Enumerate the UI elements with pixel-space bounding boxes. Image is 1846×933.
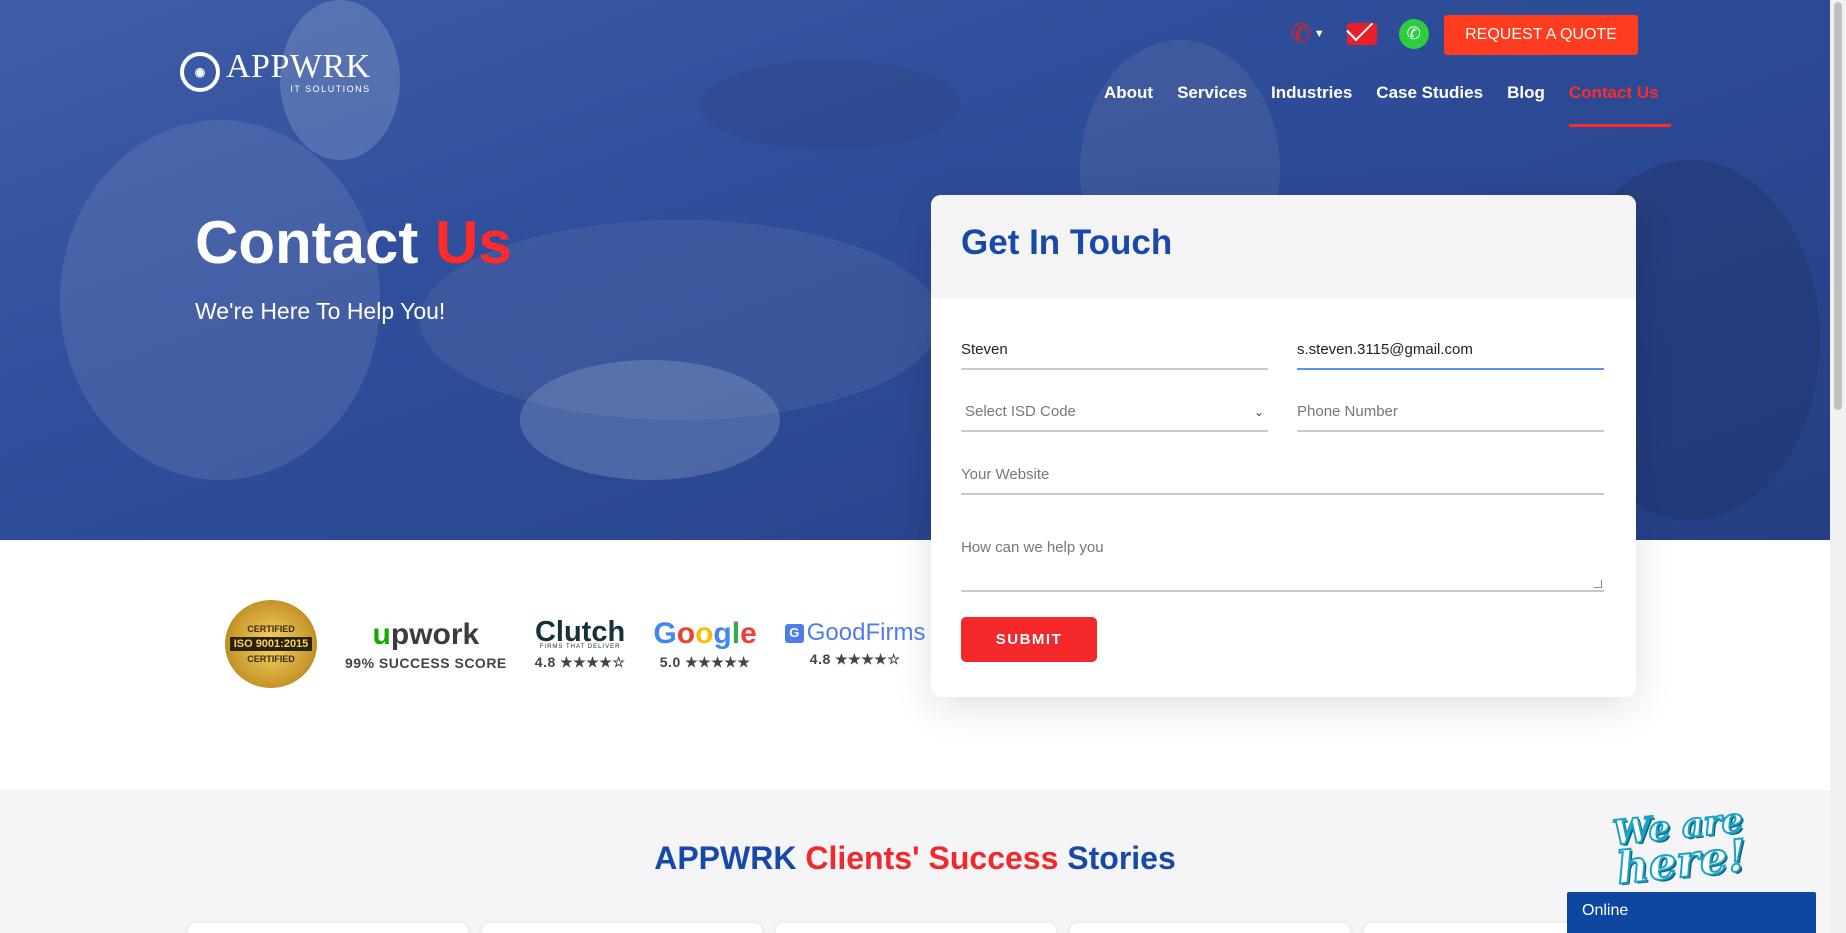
- isd-code-select[interactable]: Select ISD Code ⌄: [961, 403, 1268, 432]
- clutch-badge[interactable]: Clutch FIRMS THAT DELIVER 4.8 ★★★★☆: [534, 616, 626, 672]
- contact-icons: ✆ ▼ ✆: [1290, 18, 1429, 49]
- page-subtitle: We're Here To Help You!: [195, 298, 446, 324]
- nav-services[interactable]: Services: [1165, 80, 1259, 127]
- logo-subtitle: IT SOLUTIONS: [290, 84, 371, 94]
- whatsapp-icon: ✆: [1398, 18, 1429, 49]
- page-scrollbar[interactable]: [1830, 0, 1846, 933]
- message-textarea[interactable]: How can we help you: [961, 539, 1604, 592]
- story-card[interactable]: [482, 923, 762, 933]
- title-part: APPWRK: [654, 840, 806, 876]
- goodfirms-score: 4.8 ★★★★☆: [809, 650, 901, 667]
- chevron-down-icon: ⌄: [1253, 405, 1264, 419]
- google-letter: g: [713, 617, 732, 650]
- submit-button[interactable]: SUBMIT: [961, 617, 1097, 662]
- mail-icon: [1346, 22, 1377, 45]
- clutch-tagline: FIRMS THAT DELIVER: [539, 644, 621, 651]
- resize-handle-icon[interactable]: [1594, 580, 1602, 588]
- trust-badges: CERTIFIED ISO 9001:2015 CERTIFIED upwork…: [225, 600, 925, 688]
- iso-certified-badge: CERTIFIED ISO 9001:2015 CERTIFIED: [225, 600, 317, 688]
- google-letter: G: [653, 617, 677, 650]
- hero-photo-shape: [700, 60, 960, 150]
- upwork-badge[interactable]: upwork 99% SUCCESS SCORE: [345, 618, 507, 671]
- title-part: Stories: [1067, 840, 1176, 876]
- site-logo[interactable]: ◉ APPWRK IT SOLUTIONS: [180, 50, 371, 94]
- upwork-logo-u: u: [372, 617, 391, 651]
- message-placeholder: How can we help you: [961, 539, 1104, 556]
- title-accent: Clients' Success: [805, 840, 1068, 876]
- upwork-logo: upwork: [373, 618, 480, 651]
- iso-top-text: CERTIFIED: [247, 624, 295, 634]
- name-field[interactable]: Steven: [961, 341, 1268, 370]
- title-accent: Us: [435, 209, 512, 276]
- google-letter: l: [731, 617, 741, 650]
- goodfirms-icon: G: [784, 623, 804, 643]
- upwork-score: 99% SUCCESS SCORE: [345, 654, 507, 671]
- google-letter: o: [676, 617, 696, 650]
- google-letter: e: [740, 617, 757, 650]
- phone-icon: ✆: [1290, 18, 1312, 48]
- goodfirms-logo: G GoodFirms: [784, 619, 926, 647]
- nav-case-studies[interactable]: Case Studies: [1364, 80, 1495, 127]
- google-badge[interactable]: Google 5.0 ★★★★★: [653, 617, 756, 671]
- whatsapp-link[interactable]: ✆: [1398, 18, 1429, 49]
- caret-down-icon: ▼: [1313, 27, 1325, 40]
- page-title: Contact Us: [195, 208, 512, 277]
- form-title: Get In Touch: [961, 223, 1173, 262]
- website-field[interactable]: Your Website: [961, 466, 1604, 495]
- chat-mascot-text[interactable]: We are here!: [1610, 799, 1750, 895]
- main-nav: About Services Industries Case Studies B…: [1092, 80, 1671, 127]
- success-stories-section: APPWRK Clients' Success Stories: [0, 790, 1830, 933]
- upwork-logo-rest: pwork: [390, 617, 480, 651]
- isd-code-placeholder: Select ISD Code: [965, 403, 1076, 420]
- request-quote-button[interactable]: REQUEST A QUOTE: [1444, 15, 1638, 55]
- nav-about[interactable]: About: [1092, 80, 1165, 127]
- contact-form-card: Get In Touch Steven s.steven.3115@gmail.…: [931, 195, 1636, 697]
- clutch-score: 4.8 ★★★★☆: [534, 654, 626, 671]
- google-logo: Google: [653, 617, 756, 650]
- goodfirms-name: GoodFirms: [806, 619, 926, 647]
- nav-industries[interactable]: Industries: [1259, 80, 1364, 127]
- title-part: Contact: [195, 209, 435, 276]
- google-letter: o: [695, 617, 714, 650]
- hero-photo-shape: [520, 360, 780, 480]
- scrollbar-thumb[interactable]: [1834, 2, 1842, 410]
- chat-online-bar[interactable]: Online: [1567, 892, 1816, 933]
- nav-contact-us[interactable]: Contact Us: [1557, 80, 1671, 127]
- phone-dropdown[interactable]: ✆ ▼: [1290, 18, 1325, 49]
- form-header: Get In Touch: [931, 195, 1636, 298]
- story-card[interactable]: [188, 923, 468, 933]
- story-card[interactable]: [776, 923, 1056, 933]
- google-score: 5.0 ★★★★★: [659, 654, 751, 670]
- nav-blog[interactable]: Blog: [1495, 80, 1557, 127]
- logo-icon: ◉: [180, 52, 220, 92]
- iso-bottom-text: CERTIFIED: [247, 654, 295, 664]
- section-title: APPWRK Clients' Success Stories: [0, 840, 1830, 877]
- email-link[interactable]: [1346, 22, 1377, 45]
- phone-field[interactable]: Phone Number: [1297, 403, 1604, 432]
- story-card[interactable]: [1070, 923, 1350, 933]
- logo-name: APPWRK: [226, 48, 371, 85]
- iso-main-text: ISO 9001:2015: [229, 637, 313, 651]
- email-field[interactable]: s.steven.3115@gmail.com: [1297, 341, 1604, 370]
- goodfirms-badge[interactable]: G GoodFirms 4.8 ★★★★☆: [784, 619, 926, 667]
